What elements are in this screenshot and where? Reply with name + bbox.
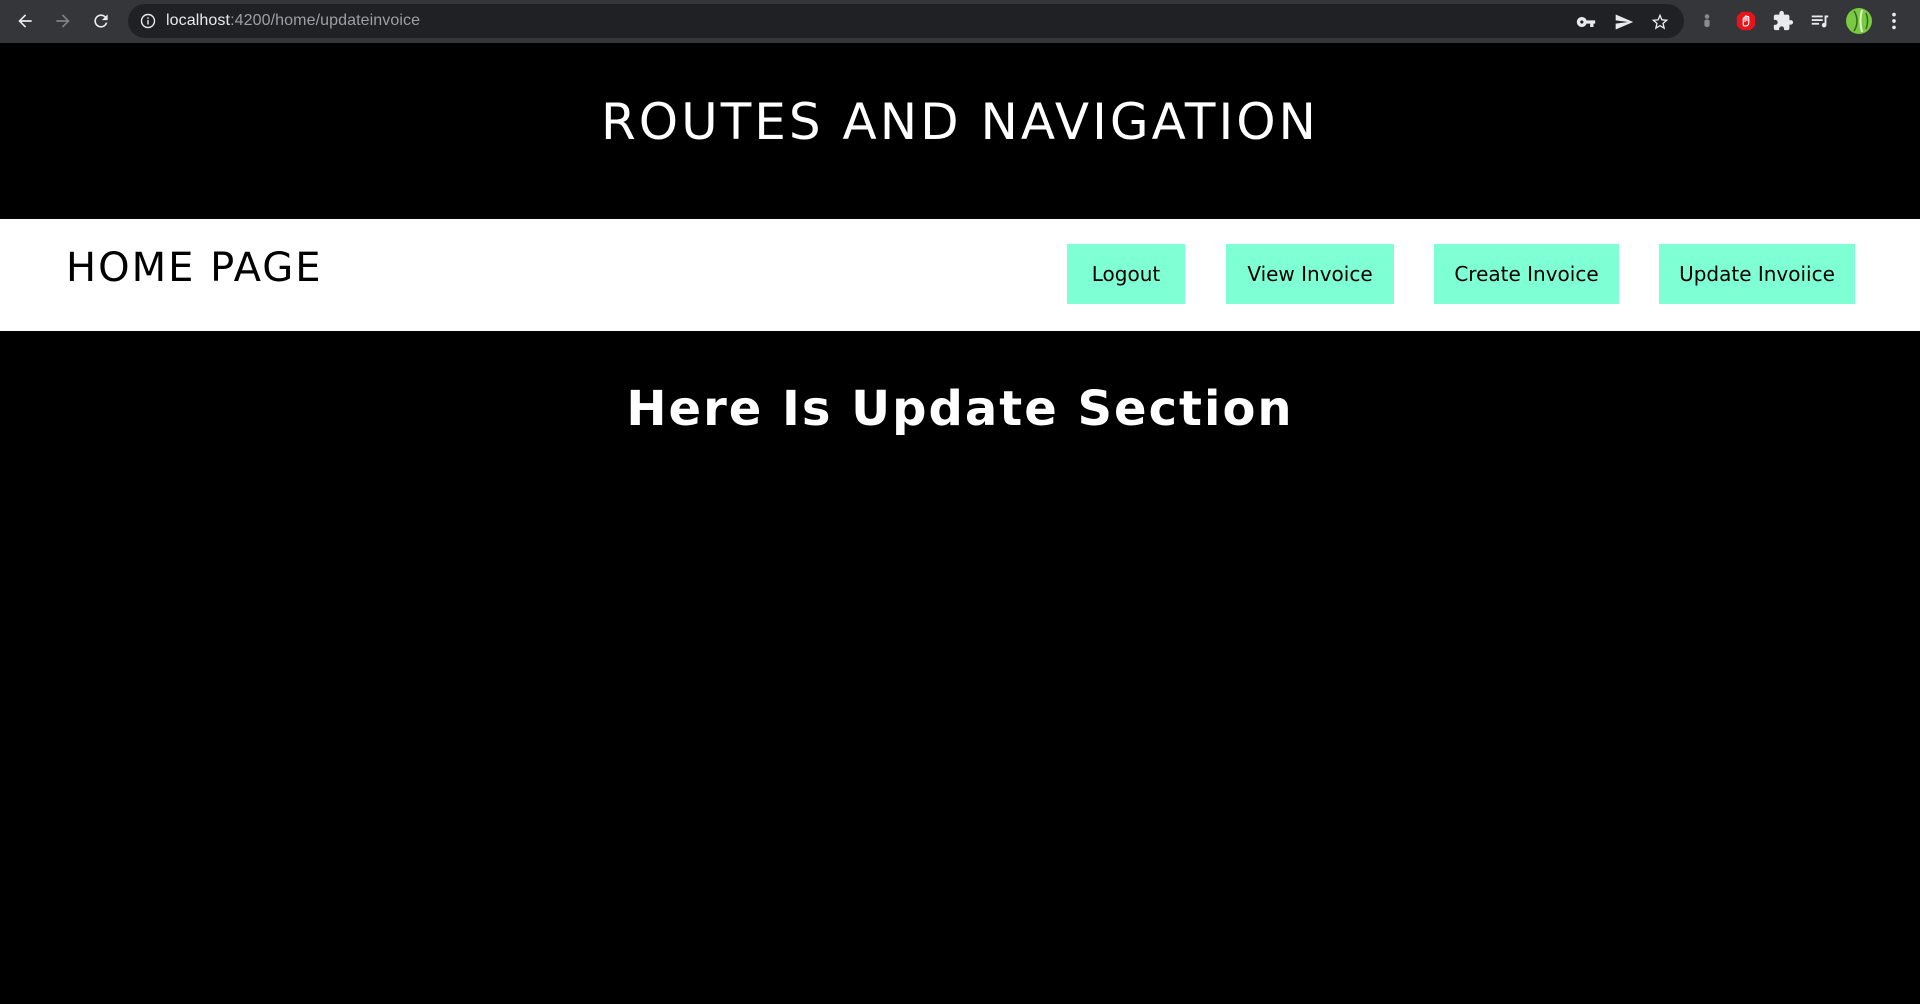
- forward-arrow-icon: [56, 14, 70, 28]
- reload-icon: [94, 14, 108, 28]
- key-icon[interactable]: [1576, 12, 1596, 32]
- site-title: ROUTES AND NAVIGATION: [601, 93, 1319, 151]
- back-arrow-icon: [18, 14, 32, 28]
- navbar: HOME PAGE Logout View Invoice Create Inv…: [0, 219, 1920, 331]
- section-heading: Here Is Update Section: [626, 381, 1294, 437]
- update-invoice-button[interactable]: Update Invoiice: [1659, 244, 1855, 304]
- browser-toolbar: localhost:4200/home/updateinvoice: [0, 0, 1920, 43]
- extensions-puzzle-icon[interactable]: [1772, 10, 1794, 32]
- navbar-brand: HOME PAGE: [66, 245, 323, 291]
- url-path: :4200/home/updateinvoice: [230, 12, 421, 29]
- forward-button[interactable]: [49, 7, 77, 35]
- extension-shield-icon[interactable]: [1696, 10, 1718, 32]
- profile-avatar[interactable]: [1845, 7, 1873, 35]
- logout-button[interactable]: Logout: [1067, 244, 1185, 304]
- bookmark-star-icon[interactable]: [1650, 12, 1670, 32]
- reload-button[interactable]: [87, 7, 115, 35]
- url-text[interactable]: localhost:4200/home/updateinvoice: [166, 12, 420, 30]
- reading-list-icon[interactable]: [1809, 10, 1831, 32]
- view-invoice-button[interactable]: View Invoice: [1226, 244, 1394, 304]
- url-host: localhost: [166, 12, 231, 29]
- page-content: ROUTES AND NAVIGATION HOME PAGE Logout V…: [0, 43, 1920, 1004]
- send-icon[interactable]: [1614, 12, 1634, 32]
- site-info-icon[interactable]: [140, 13, 156, 29]
- back-button[interactable]: [11, 7, 39, 35]
- create-invoice-button[interactable]: Create Invoice: [1434, 244, 1619, 304]
- adblock-extension-icon[interactable]: [1735, 10, 1757, 32]
- address-bar[interactable]: localhost:4200/home/updateinvoice: [128, 4, 1684, 38]
- browser-menu-icon[interactable]: [1883, 10, 1905, 32]
